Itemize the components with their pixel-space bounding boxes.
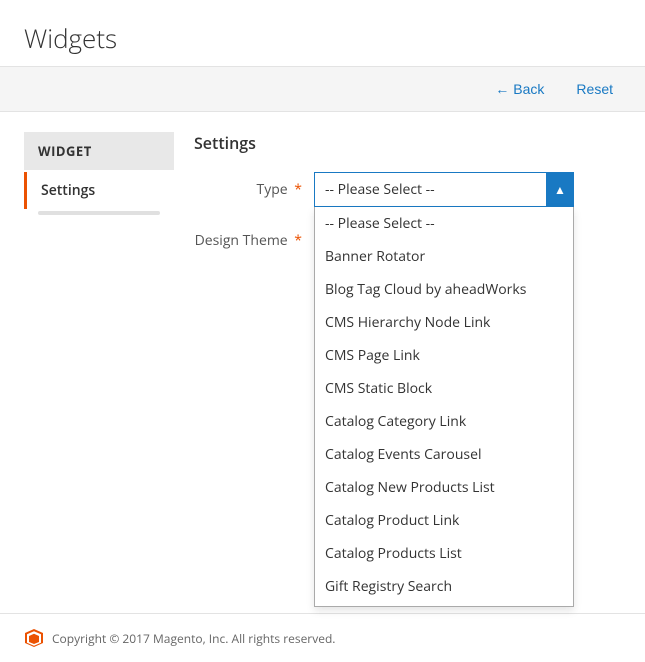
dropdown-item[interactable]: Gift Registry Search [315,570,573,603]
settings-section-title: Settings [194,132,621,154]
type-form-row: Type * -- Please Select -- ▲ -- Please S… [194,172,621,207]
page-title: Widgets [24,20,621,56]
design-theme-label: Design Theme * [194,223,314,250]
dropdown-item[interactable]: -- Please Select -- [315,207,573,240]
reset-button[interactable]: Reset [568,77,621,101]
main-content: WIDGET Settings Settings Type * -- Pleas… [0,112,645,286]
type-dropdown-list[interactable]: -- Please Select -- Banner Rotator Blog … [314,207,574,607]
required-star: * [294,180,302,199]
magento-logo [24,628,44,648]
page-footer: Copyright © 2017 Magento, Inc. All right… [0,613,645,662]
footer-text: Copyright © 2017 Magento, Inc. All right… [52,630,335,647]
select-value: -- Please Select -- [325,180,435,199]
dropdown-item[interactable]: Banner Rotator [315,240,573,273]
dropdown-item[interactable]: CMS Static Block [315,372,573,405]
dropdown-item[interactable]: Catalog Category Link [315,405,573,438]
dropdown-item[interactable]: CMS Hierarchy Node Link [315,306,573,339]
type-select[interactable]: -- Please Select -- ▲ [314,172,574,207]
dropdown-item[interactable]: Catalog Product Link [315,504,573,537]
content-area: Settings Type * -- Please Select -- ▲ --… [194,132,621,266]
type-select-wrapper: -- Please Select -- ▲ -- Please Select -… [314,172,574,207]
sidebar-menu: Settings [24,172,174,215]
required-star-design: * [294,231,302,250]
toolbar: ← Back Reset [0,66,645,112]
back-button[interactable]: ← Back [487,77,552,101]
dropdown-item[interactable]: Catalog Events Carousel [315,438,573,471]
page-wrapper: Widgets ← Back Reset WIDGET Settings Set… [0,0,645,662]
sidebar-progress-bar [38,211,160,215]
select-arrow-icon: ▲ [546,172,574,207]
type-label: Type * [194,172,314,199]
dropdown-item[interactable]: Catalog New Products List [315,471,573,504]
dropdown-item[interactable]: Blog Tag Cloud by aheadWorks [315,273,573,306]
back-arrow-icon: ← [495,81,509,97]
page-header: Widgets [0,0,645,66]
sidebar-item-settings[interactable]: Settings [24,172,174,209]
sidebar: WIDGET Settings [24,132,174,266]
sidebar-widget-label: WIDGET [24,132,174,170]
dropdown-item[interactable]: CMS Page Link [315,339,573,372]
dropdown-item[interactable]: Order by SKU [315,603,573,607]
dropdown-item[interactable]: Catalog Products List [315,537,573,570]
